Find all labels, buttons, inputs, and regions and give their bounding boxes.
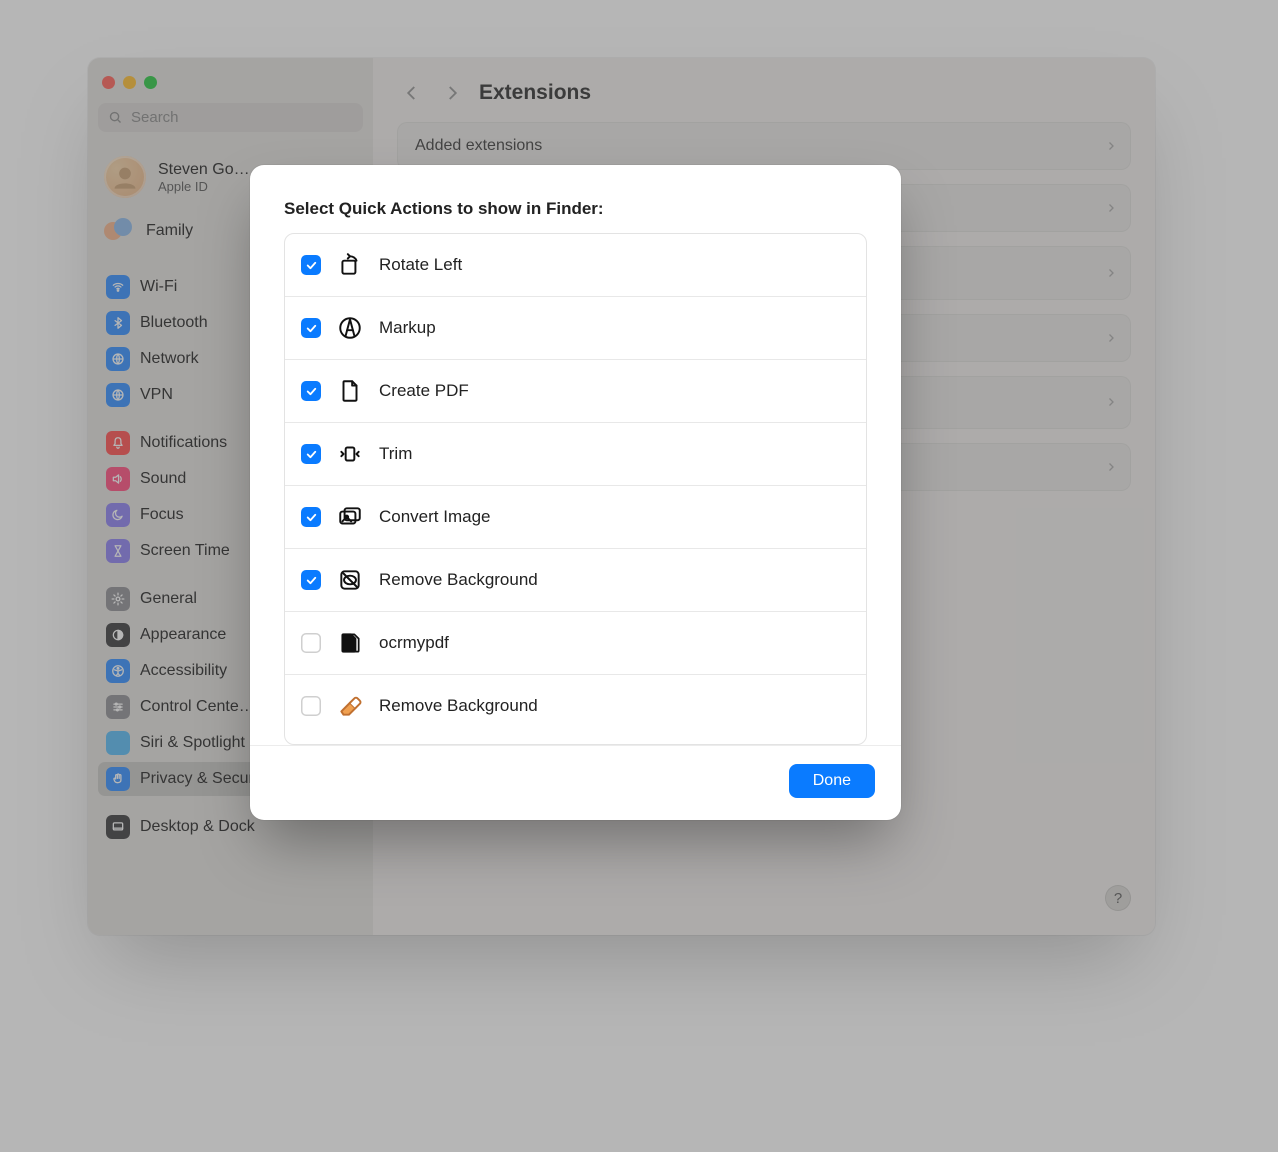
- removebg-icon: [335, 565, 365, 595]
- quick-action-label: Remove Background: [379, 570, 538, 590]
- quick-action-label: ocrmypdf: [379, 633, 449, 653]
- quick-action-row: Convert Image: [285, 486, 866, 549]
- quick-action-checkbox[interactable]: [301, 255, 321, 275]
- quick-action-label: Rotate Left: [379, 255, 462, 275]
- quick-action-row: Remove Background: [285, 675, 866, 737]
- quick-action-checkbox[interactable]: [301, 318, 321, 338]
- modal-list: Rotate Left Markup Create PDF Trim Convert I…: [284, 233, 867, 745]
- quick-action-checkbox[interactable]: [301, 381, 321, 401]
- quick-action-checkbox[interactable]: [301, 633, 321, 653]
- quick-action-label: Remove Background: [379, 696, 538, 716]
- doc-icon: [335, 376, 365, 406]
- quick-action-row: ocrmypdf: [285, 612, 866, 675]
- rotate-icon: [335, 250, 365, 280]
- eraser-icon: [335, 691, 365, 721]
- quick-action-label: Convert Image: [379, 507, 491, 527]
- quick-action-label: Trim: [379, 444, 412, 464]
- quick-action-checkbox[interactable]: [301, 696, 321, 716]
- trim-icon: [335, 439, 365, 469]
- quick-action-row: Create PDF: [285, 360, 866, 423]
- modal-title: Select Quick Actions to show in Finder:: [250, 165, 901, 233]
- quick-action-label: Create PDF: [379, 381, 469, 401]
- quick-action-checkbox[interactable]: [301, 444, 321, 464]
- quick-action-row: Markup: [285, 297, 866, 360]
- markup-icon: [335, 313, 365, 343]
- quick-actions-modal: Select Quick Actions to show in Finder: …: [250, 165, 901, 820]
- ocr-icon: [335, 628, 365, 658]
- quick-action-row: Trim: [285, 423, 866, 486]
- modal-scroll[interactable]: Rotate Left Markup Create PDF Trim Convert I…: [285, 234, 866, 744]
- done-button[interactable]: Done: [789, 764, 875, 798]
- quick-action-row: Remove Background: [285, 549, 866, 612]
- quick-action-checkbox[interactable]: [301, 507, 321, 527]
- convert-icon: [335, 502, 365, 532]
- quick-action-row: Rotate Left: [285, 234, 866, 297]
- quick-action-label: Markup: [379, 318, 436, 338]
- quick-action-checkbox[interactable]: [301, 570, 321, 590]
